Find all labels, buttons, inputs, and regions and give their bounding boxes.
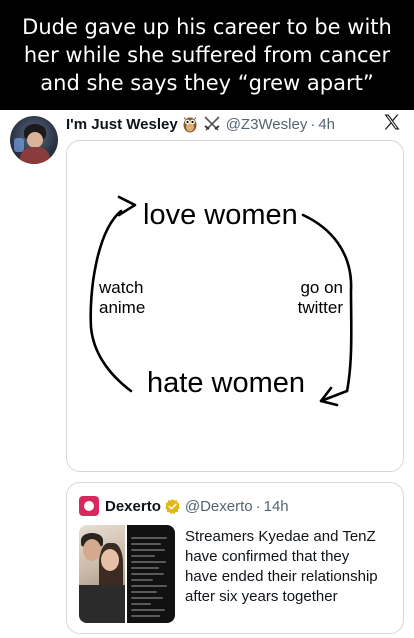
cycle-label-bottom: hate women <box>147 367 305 399</box>
quoted-tweet-timestamp[interactable]: 14h <box>264 498 289 515</box>
owl-emoji-icon <box>182 115 198 133</box>
display-name[interactable]: I'm Just Wesley <box>66 116 178 133</box>
x-logo-icon[interactable] <box>382 112 402 132</box>
tweet[interactable]: I'm Just Wesley @Z3Wesley · 4h love wome… <box>0 110 414 638</box>
quoted-user-handle[interactable]: @Dexerto <box>185 498 253 515</box>
cycle-label-left: watch anime <box>99 278 146 317</box>
tweet-timestamp[interactable]: 4h <box>318 116 335 133</box>
dexerto-avatar[interactable] <box>79 496 99 516</box>
caption-text: Dude gave up his career to be with her w… <box>22 15 392 95</box>
quoted-separator-dot: · <box>255 497 261 515</box>
user-handle[interactable]: @Z3Wesley <box>226 116 308 133</box>
avatar[interactable] <box>10 116 58 164</box>
quoted-tweet-text: Streamers Kyedae and TenZ have confirmed… <box>185 528 378 605</box>
quoted-tweet[interactable]: Dexerto @Dexerto · 14h Streamers Kyedae … <box>66 482 404 634</box>
cycle-label-top: love women <box>143 199 298 231</box>
quoted-display-name[interactable]: Dexerto <box>105 498 161 515</box>
couple-photo <box>79 525 125 623</box>
tweet-media-diagram[interactable]: love women watch anime go on twitter hat… <box>66 140 404 472</box>
quoted-tweet-header: Dexerto @Dexerto · 14h <box>79 495 289 517</box>
crossed-swords-icon <box>202 115 222 133</box>
cycle-label-right: go on twitter <box>297 278 343 317</box>
statement-screenshot <box>127 525 175 623</box>
quoted-tweet-thumbnail[interactable] <box>79 525 175 623</box>
caption-banner: Dude gave up his career to be with her w… <box>0 0 414 110</box>
tweet-header: I'm Just Wesley @Z3Wesley · 4h <box>66 112 404 136</box>
separator-dot: · <box>310 115 316 133</box>
verified-badge-icon <box>164 498 180 514</box>
